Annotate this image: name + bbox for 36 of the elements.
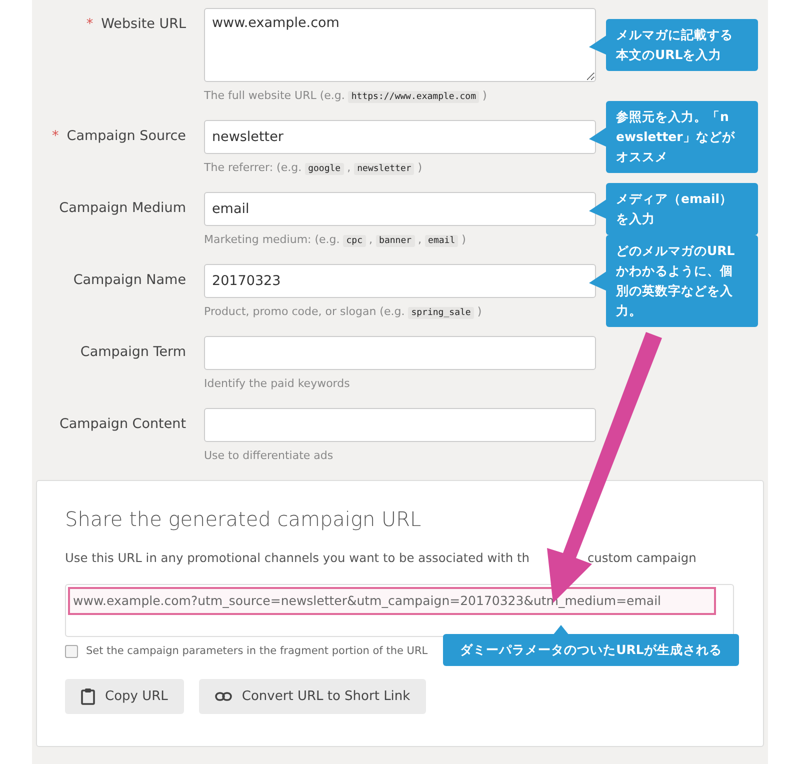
input-field[interactable]: newsletter: [204, 120, 596, 154]
field-label: Campaign Medium: [59, 200, 186, 216]
field-label: Campaign Name: [73, 272, 186, 288]
callout-tip: [553, 625, 569, 635]
input-field[interactable]: email: [204, 192, 596, 226]
short-link-button[interactable]: Convert URL to Short Link: [198, 679, 426, 714]
field-hint: The referrer: (e.g. google , newsletter ): [204, 160, 424, 176]
field-hint: Use to differentiate ads: [204, 448, 334, 464]
field-label: Website URL: [101, 16, 186, 32]
callout-tip: [589, 35, 607, 55]
panel-title: Share the generated campaign URL: [65, 506, 422, 533]
field-label: Campaign Term: [80, 344, 186, 360]
callout-tip: [589, 127, 607, 147]
field-hint: Marketing medium: (e.g. cpc , banner , email ): [204, 232, 467, 248]
callout-tip: [589, 271, 607, 291]
field-label: Campaign Content: [59, 416, 186, 432]
url-output-field[interactable]: www.example.com?utm_source=newsletter&utm_campaign=20170323&utm_medium=email: [65, 584, 734, 637]
input-field[interactable]: [204, 408, 596, 442]
field-label: Campaign Source: [66, 128, 186, 144]
checkbox[interactable]: [65, 644, 78, 658]
required-asterisk: *: [52, 128, 59, 144]
field-hint: The full website URL (e.g. https://www.example.com ): [204, 88, 488, 104]
link-icon: [214, 692, 232, 701]
input-field[interactable]: [204, 336, 596, 370]
field-hint: Identify the paid keywords: [204, 376, 351, 392]
url-highlight: www.example.com?utm_source=newsletter&utm_campaign=20170323&utm_medium=email: [68, 587, 716, 615]
clipboard-icon: [81, 688, 95, 705]
required-asterisk: *: [86, 16, 94, 32]
checkbox-label: Set the campaign parameters in the fragment portion of the URL: [86, 645, 428, 657]
copy-url-button[interactable]: Copy URL: [65, 679, 184, 714]
description-text: custom campaign: [587, 551, 696, 565]
text-area[interactable]: www.example.com: [204, 8, 596, 82]
field-hint: Product, promo code, or slogan (e.g. spring_sale ): [204, 304, 483, 320]
input-field[interactable]: 20170323: [204, 264, 596, 298]
description-text: Use this URL in any promotional channels you want to be associated with th: [65, 551, 530, 565]
callout-tip: [589, 199, 607, 219]
